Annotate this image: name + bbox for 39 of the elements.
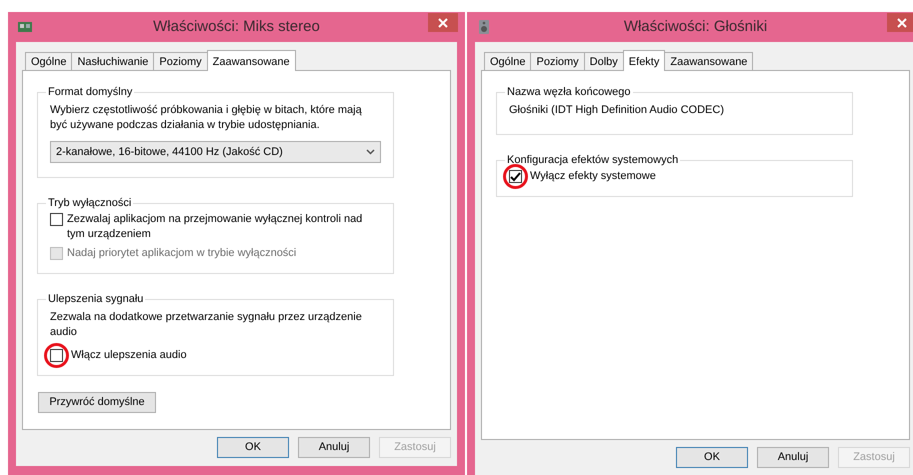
speaker-icon bbox=[477, 20, 491, 34]
chevron-down-icon bbox=[366, 149, 375, 155]
tab[interactable]: Ogólne bbox=[484, 52, 532, 70]
group-title: Ulepszenia sygnału bbox=[47, 292, 144, 306]
window-title: Właściwości: Miks stereo bbox=[152, 16, 321, 37]
dialog-button[interactable]: Anuluj bbox=[757, 447, 829, 468]
close-button[interactable] bbox=[887, 13, 913, 32]
dialog-button[interactable]: OK bbox=[217, 437, 289, 458]
checkbox-label: Wyłącz efekty systemowe bbox=[530, 169, 656, 184]
window-title: Właściwości: Głośniki bbox=[622, 16, 768, 37]
dropdown-value: 2-kanałowe, 16-bitowe, 44100 Hz (Jakość CD) bbox=[56, 144, 283, 160]
description-text: Głośniki (IDT High Definition Audio CODEC) bbox=[509, 103, 725, 118]
close-icon bbox=[897, 18, 907, 28]
close-button[interactable] bbox=[428, 13, 458, 32]
checkbox-label: Zezwalaj aplikacjom na przejmowanie wyłącznej kontroli nad tym urządzeniem bbox=[67, 212, 364, 242]
group-title: Nazwa węzła końcowego bbox=[506, 85, 632, 99]
description-text: Wybierz częstotliwość próbkowania i głębię w bitach, które mają być używane podczas działania w trybie udostępniania. bbox=[50, 103, 363, 133]
format-dropdown[interactable]: 2-kanałowe, 16-bitowe, 44100 Hz (Jakość CD) bbox=[50, 141, 381, 163]
tab[interactable]: Poziomy bbox=[153, 52, 208, 70]
checkbox[interactable] bbox=[509, 170, 522, 183]
checkbox[interactable] bbox=[50, 349, 63, 362]
tab[interactable]: Efekty bbox=[622, 50, 666, 71]
group-title: Konfiguracja efektów systemowych bbox=[506, 153, 680, 167]
close-icon bbox=[438, 18, 448, 28]
tab[interactable]: Ogólne bbox=[25, 52, 72, 70]
dialog-button[interactable]: Anuluj bbox=[298, 437, 370, 458]
tab[interactable]: Poziomy bbox=[530, 52, 585, 70]
checkbox-label: Nadaj priorytet aplikacjom w trybie wyłączności bbox=[67, 246, 296, 261]
checkbox-label: Włącz ulepszenia audio bbox=[71, 348, 187, 363]
tab[interactable]: Zaawansowane bbox=[206, 50, 296, 71]
checkbox[interactable] bbox=[50, 213, 63, 226]
tab[interactable]: Zaawansowane bbox=[664, 52, 754, 70]
description-text: Zezwala na dodatkowe przetwarzanie sygnału przez urządzenie audio bbox=[50, 310, 363, 340]
dialog-button[interactable]: OK bbox=[676, 447, 748, 468]
group-title: Tryb wyłączności bbox=[47, 196, 132, 210]
group-title: Format domyślny bbox=[47, 85, 134, 99]
card-icon bbox=[18, 20, 32, 34]
restore-defaults-button[interactable]: Przywróć domyślne bbox=[38, 392, 156, 413]
tab[interactable]: Dolby bbox=[584, 52, 624, 70]
